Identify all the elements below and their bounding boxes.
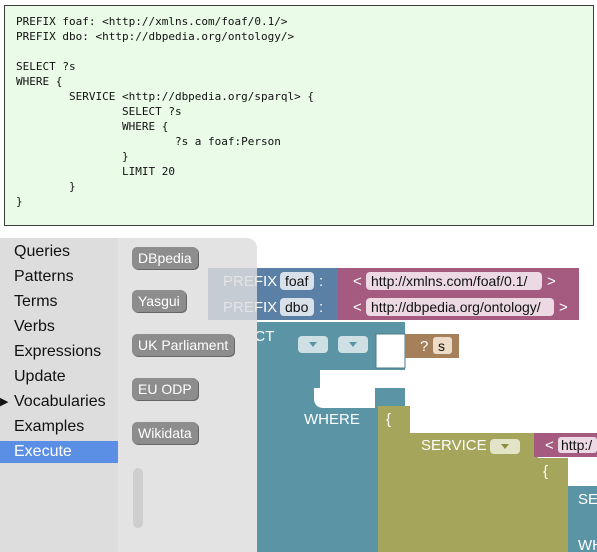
iri-open-bracket: <	[545, 437, 554, 454]
inner-where-label: WH	[578, 537, 597, 552]
variable-block-s[interactable]: ? s	[405, 334, 459, 358]
category-execute[interactable]: Execute	[0, 441, 118, 463]
iri-open-bracket: <	[353, 273, 362, 290]
group-block-body	[378, 406, 410, 552]
flyout-scrollbar[interactable]	[133, 468, 143, 528]
service-label: SERVICE	[421, 437, 487, 454]
sparql-code-panel: PREFIX foaf: <http://xmlns.com/foaf/0.1/…	[4, 5, 594, 226]
vocab-button-dbpedia[interactable]: DBpedia	[132, 247, 198, 269]
category-label: Verbs	[14, 318, 55, 335]
category-verbs[interactable]: Verbs	[0, 316, 118, 338]
category-label: Execute	[14, 443, 72, 460]
iri-close-bracket: >	[547, 273, 556, 290]
category-queries[interactable]: Queries	[0, 241, 118, 263]
category-label: Vocabularies	[14, 393, 106, 410]
vocab-button-wikidata[interactable]: Wikidata	[132, 422, 198, 444]
group-open-brace: {	[386, 411, 391, 428]
category-label: Patterns	[14, 268, 74, 285]
iri-value-foaf: http://xmlns.com/foaf/0.1/	[371, 273, 528, 289]
iri-block-foaf[interactable]: < http://xmlns.com/foaf/0.1/ >	[338, 268, 579, 294]
category-update[interactable]: Update	[0, 366, 118, 388]
iri-close-bracket: >	[559, 299, 568, 316]
vocabulary-flyout: DBpedia Yasgui UK Parliament EU ODP Wiki…	[118, 238, 257, 552]
select-statement-slot	[314, 388, 375, 408]
inner-select-label: SE	[578, 491, 597, 508]
where-group-block[interactable]: {	[375, 406, 410, 552]
iri-open-bracket: <	[353, 299, 362, 316]
vocab-button-eu-odp[interactable]: EU ODP	[132, 378, 198, 400]
vocab-button-yasgui[interactable]: Yasgui	[132, 290, 186, 312]
category-expressions[interactable]: Expressions	[0, 341, 118, 363]
variable-name-s: s	[438, 338, 445, 354]
category-terms[interactable]: Terms	[0, 291, 118, 313]
category-vocabularies[interactable]: ▶ Vocabularies	[0, 391, 118, 413]
category-label: Expressions	[14, 343, 102, 360]
category-toolbox: Queries Patterns Terms Verbs Expressions…	[0, 238, 118, 552]
category-patterns[interactable]: Patterns	[0, 266, 118, 288]
service-block-body	[410, 452, 538, 552]
expand-arrow-icon: ▶	[0, 396, 9, 408]
iri-block-dbo[interactable]: < http://dbpedia.org/ontology/ >	[338, 294, 579, 320]
variable-prefix: ?	[420, 338, 428, 355]
group-open-brace: {	[543, 463, 548, 480]
service-iri-value: http:/	[561, 437, 592, 453]
vocab-button-uk-parliament[interactable]: UK Parliament	[132, 334, 235, 356]
category-examples[interactable]: Examples	[0, 416, 118, 438]
inner-select-block[interactable]: SE WH	[568, 486, 597, 552]
prefix-colon: :	[319, 299, 323, 316]
category-label: Queries	[14, 243, 71, 260]
category-label: Examples	[14, 418, 85, 435]
inner-group-block[interactable]: {	[538, 458, 568, 552]
prefix-name-foaf: foaf	[285, 273, 308, 289]
category-label: Update	[14, 368, 66, 385]
prefix-name-dbo: dbo	[285, 299, 309, 315]
variable-slot	[375, 333, 406, 369]
category-label: Terms	[14, 293, 58, 310]
prefix-colon: :	[319, 273, 323, 290]
where-label: WHERE	[304, 411, 360, 428]
iri-value-dbo: http://dbpedia.org/ontology/	[371, 299, 541, 315]
